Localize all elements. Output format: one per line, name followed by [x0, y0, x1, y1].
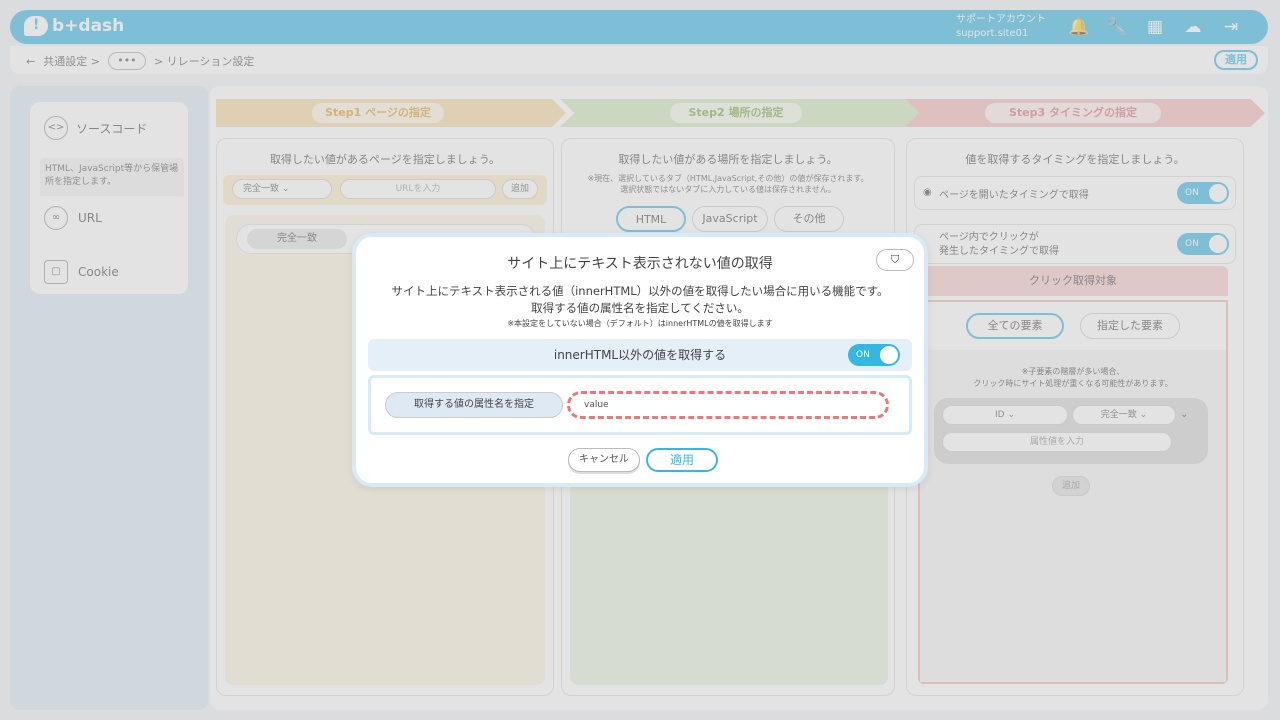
cancel-button[interactable]: キャンセル	[568, 448, 640, 472]
inner-html-option-label: innerHTML以外の値を取得する	[553, 348, 727, 362]
apply-button[interactable]: 適用	[646, 448, 718, 472]
help-shield-icon[interactable]: ⛉	[876, 249, 914, 271]
attribute-name-input[interactable]: value	[567, 391, 889, 419]
inner-html-toggle[interactable]: ON	[848, 344, 900, 366]
attribute-name-label: 取得する値の属性名を指定	[385, 392, 563, 418]
non-text-value-modal: サイト上にテキスト表示されない値の取得 ⛉ サイト上にテキスト表示される値（in…	[352, 233, 928, 487]
attribute-name-box: 取得する値の属性名を指定 value	[368, 375, 912, 435]
inner-html-option-band: innerHTML以外の値を取得する ON	[368, 339, 912, 371]
modal-description: サイト上にテキスト表示される値（innerHTML）以外の値を取得したい場合に用…	[391, 284, 889, 315]
modal-note: ※本設定をしていない場合（デフォルト）はinnerHTMLの値を取得します	[507, 319, 773, 328]
modal-title: サイト上にテキスト表示されない値の取得	[507, 256, 773, 272]
